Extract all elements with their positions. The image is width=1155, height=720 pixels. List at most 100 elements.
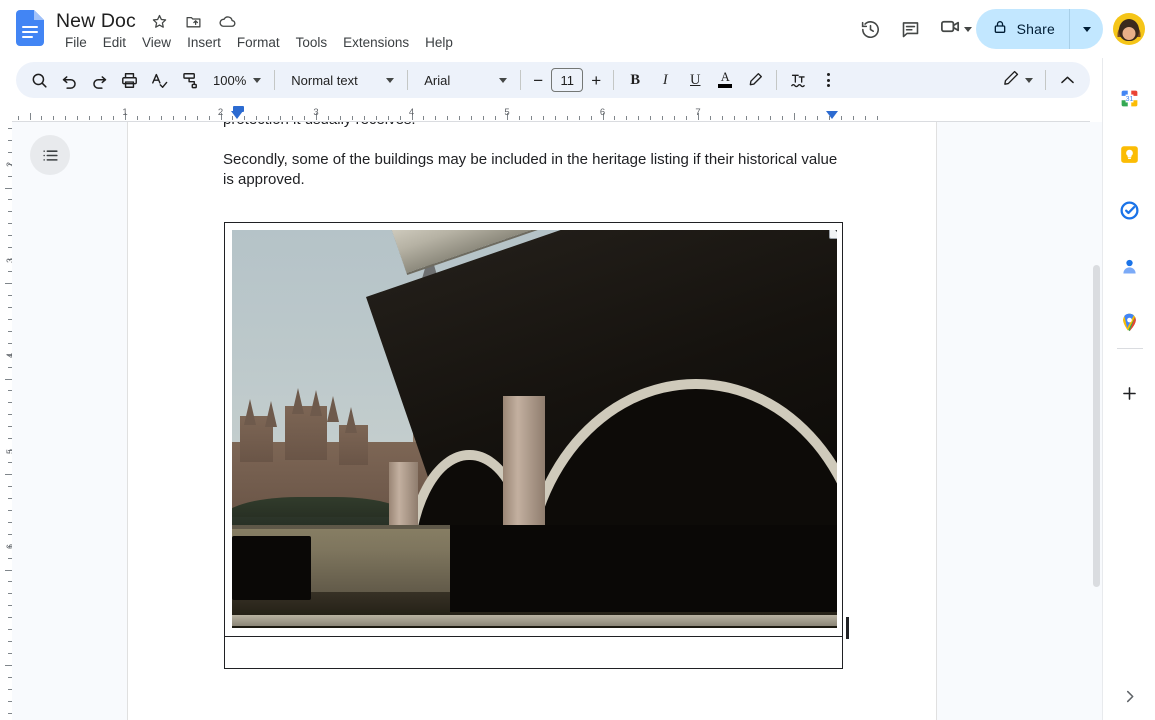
toolbar-divider [274, 70, 276, 90]
paragraph-style-selector[interactable]: Normal text [281, 66, 401, 94]
menu-edit[interactable]: Edit [95, 33, 134, 52]
sidebar-item-keep[interactable] [1111, 136, 1147, 172]
menu-file[interactable]: File [57, 33, 95, 52]
table-row[interactable] [225, 223, 849, 639]
document-outline-icon[interactable] [30, 135, 70, 175]
zoom-selector[interactable]: 100% [204, 66, 268, 94]
comment-icon[interactable] [891, 9, 931, 49]
text-color-letter: A [720, 70, 730, 85]
font-size-stepper: − + [527, 68, 607, 92]
editing-mode-button[interactable] [996, 66, 1039, 94]
ruler-tick [292, 116, 294, 120]
move-to-folder-icon[interactable] [184, 11, 204, 31]
chevron-right-icon[interactable] [1113, 680, 1145, 712]
increase-font-size-button[interactable]: + [585, 68, 607, 92]
ruler-tick [459, 116, 461, 120]
add-app-button[interactable] [1111, 375, 1147, 411]
paragraph-block[interactable]: Secondly, some of the buildings may be i… [223, 150, 843, 189]
ruler-tick [41, 116, 43, 120]
editing-mode-pencil-icon [1002, 69, 1020, 92]
star-icon[interactable] [150, 11, 170, 31]
sidebar-item-maps[interactable] [1111, 304, 1147, 340]
lock-icon [992, 19, 1008, 40]
spelling-grammar-check-icon[interactable] [144, 66, 174, 94]
side-panel-divider [1117, 348, 1143, 349]
ruler-tick [626, 116, 628, 120]
share-button[interactable]: Share [975, 9, 1069, 49]
vertical-scrollbar[interactable] [1090, 122, 1102, 720]
ruler-tick [721, 116, 723, 120]
document-image[interactable] [232, 230, 837, 628]
ruler-tick [339, 116, 341, 120]
search-icon[interactable] [24, 66, 54, 94]
share-options-button[interactable] [1069, 9, 1103, 49]
ruler-tick [172, 116, 174, 120]
sidebar-item-contacts[interactable] [1111, 248, 1147, 284]
chevron-down-icon [499, 77, 508, 83]
image-table[interactable] [224, 222, 849, 669]
vertical-scrollbar-thumb[interactable] [1093, 265, 1100, 587]
toolbar-divider [1045, 70, 1046, 90]
sidebar-item-tasks[interactable] [1111, 192, 1147, 228]
ruler-tick [471, 116, 473, 120]
table-row[interactable] [225, 636, 842, 668]
ruler-tick [17, 116, 19, 120]
three-dots-icon [826, 73, 830, 87]
vertical-ruler-tick [5, 187, 12, 189]
ruler-tick [435, 116, 437, 120]
ruler-number: 1 [122, 107, 128, 118]
document-title[interactable]: New Doc [56, 10, 136, 33]
menu-tools[interactable]: Tools [288, 33, 336, 52]
ruler-tick [447, 116, 449, 120]
toolbar-divider [407, 70, 409, 90]
menu-insert[interactable]: Insert [179, 33, 229, 52]
ruler-number: 6 [599, 107, 606, 118]
menu-view[interactable]: View [134, 33, 179, 52]
paragraph-text: protection it usually receives. [223, 122, 843, 130]
text-color-button[interactable]: A [710, 66, 740, 94]
redo-icon[interactable] [84, 66, 114, 94]
ruler-tick [650, 116, 652, 120]
font-family-selector[interactable]: Arial [414, 66, 514, 94]
chevron-up-icon[interactable] [1052, 66, 1082, 94]
version-history-icon[interactable] [851, 9, 891, 49]
ruler-tick [841, 116, 843, 120]
ruler-tick [196, 116, 198, 120]
ruler-tick [148, 116, 150, 120]
undo-icon[interactable] [54, 66, 84, 94]
google-docs-icon[interactable] [16, 10, 44, 46]
paragraph-text: Secondly, some of the buildings may be i… [223, 151, 838, 188]
underline-button[interactable]: U [680, 66, 710, 94]
menu-help[interactable]: Help [417, 33, 461, 52]
horizontal-ruler[interactable]: 1 2 3 4 5 6 7 [12, 106, 1090, 122]
font-size-input[interactable] [551, 68, 584, 92]
spelling-suggestions-icon[interactable] [783, 66, 813, 94]
ruler-tick [268, 116, 270, 120]
bold-button[interactable]: B [620, 66, 650, 94]
document-page[interactable]: protection it usually receives. Secondly… [127, 122, 937, 720]
avatar[interactable] [1113, 13, 1145, 45]
first-line-indent-marker[interactable] [231, 111, 243, 119]
highlight-pen-icon[interactable] [740, 66, 770, 94]
saved-to-drive-cloud-icon[interactable] [218, 11, 238, 31]
decrease-font-size-button[interactable]: − [527, 68, 549, 92]
menu-extensions[interactable]: Extensions [335, 33, 417, 52]
sidebar-item-calendar[interactable]: 31 [1111, 80, 1147, 116]
ruler-tick [530, 116, 532, 120]
ruler-tick [495, 116, 497, 120]
more-options-icon[interactable] [813, 66, 843, 94]
italic-button[interactable]: I [650, 66, 680, 94]
ruler-tick [375, 116, 377, 120]
ruler-tick [280, 116, 282, 120]
ruler-number: 7 [695, 107, 701, 118]
foreground-shadow [232, 536, 311, 601]
side-panel: 31 [1102, 58, 1155, 720]
paint-format-icon[interactable] [174, 66, 204, 94]
right-indent-marker[interactable] [826, 111, 838, 119]
image-options-chevron-icon[interactable] [829, 230, 837, 239]
menu-format[interactable]: Format [229, 33, 288, 52]
chevron-down-icon [1025, 77, 1033, 83]
print-icon[interactable] [114, 66, 144, 94]
ruler-tick [208, 116, 210, 120]
google-meet-button[interactable] [931, 9, 976, 49]
